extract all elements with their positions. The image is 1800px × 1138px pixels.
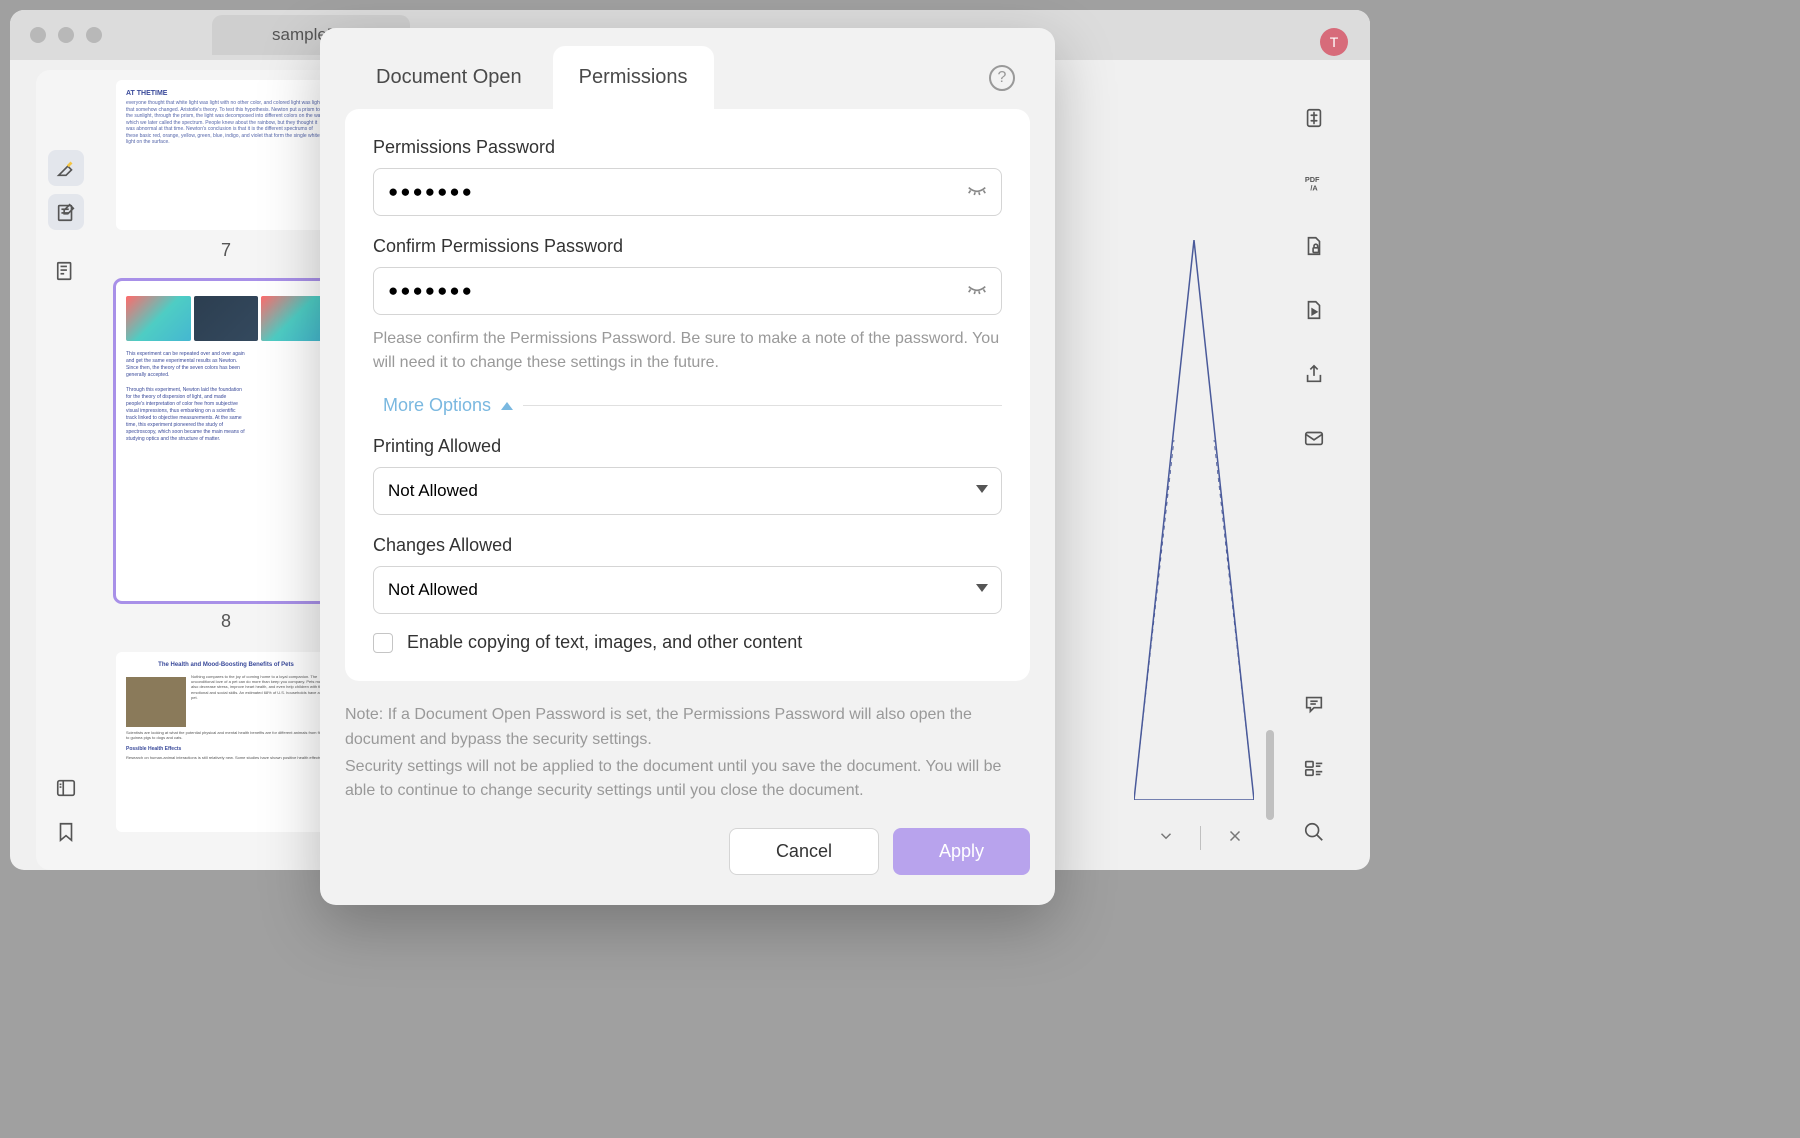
pdfa-icon: PDF/A [1303,171,1325,193]
panel-tool[interactable] [48,770,84,806]
eye-closed-icon [966,278,988,300]
bookmark-tool[interactable] [48,814,84,850]
comment-tool[interactable] [1296,686,1332,722]
user-avatar[interactable]: T [1320,28,1348,56]
scrollbar[interactable] [1266,90,1274,850]
scrollbar-thumb[interactable] [1266,730,1274,820]
confirm-hint: Please confirm the Permissions Password.… [373,327,1002,375]
note-text-2: Security settings will not be applied to… [345,755,1030,805]
thumb-subhead: Possible Health Effects [126,746,326,752]
left-toolbar [36,70,96,870]
thumbnail-page-8[interactable]: This experiment can be repeated over and… [116,281,336,601]
share-tool[interactable] [1296,356,1332,392]
confirm-password-label: Confirm Permissions Password [373,236,1002,257]
copy-checkbox-label: Enable copying of text, images, and othe… [407,632,802,653]
dropdown-icon[interactable] [1157,827,1175,850]
outline-icon [55,260,77,282]
tab-document-open[interactable]: Document Open [350,46,548,109]
search-icon [1303,821,1325,843]
toggle-confirm-visibility[interactable] [966,278,988,305]
confirm-password-input[interactable] [373,267,1002,315]
comment-icon [1303,693,1325,715]
prism-diagram [1134,240,1254,800]
apply-button[interactable]: Apply [893,828,1030,875]
convert-icon [1303,107,1325,129]
thumb-text: Through this experiment, Newton laid the… [126,387,246,443]
copy-checkbox-row[interactable]: Enable copying of text, images, and othe… [373,632,1002,653]
properties-icon [1303,757,1325,779]
annotate-icon [55,201,77,223]
separator [1200,826,1201,850]
security-dialog: Document Open Permissions ? Permissions … [320,28,1055,905]
outline-tool[interactable] [48,253,84,289]
help-button[interactable]: ? [989,65,1015,91]
slideshow-tool[interactable] [1296,292,1332,328]
permissions-password-input[interactable] [373,168,1002,216]
more-options-label: More Options [383,395,491,416]
panel-icon [55,777,77,799]
share-icon [1303,363,1325,385]
cat-image [126,677,186,727]
prism-image-1 [126,296,191,341]
printing-label: Printing Allowed [373,436,1002,457]
more-options-toggle[interactable]: More Options [383,395,1002,416]
thumb-text: everyone thought that white light was li… [126,100,326,220]
convert-tool[interactable] [1296,100,1332,136]
highlighter-icon [55,157,77,179]
pdfa-tool[interactable]: PDF/A [1296,164,1332,200]
permissions-panel: Permissions Password Confirm Permissions… [345,109,1030,681]
page-number-8: 8 [116,611,336,632]
highlighter-tool[interactable] [48,150,84,186]
page-number-7: 7 [116,240,336,261]
toggle-password-visibility[interactable] [966,179,988,206]
changes-label: Changes Allowed [373,535,1002,556]
close-window-button[interactable] [30,27,46,43]
thumbnail-panel[interactable]: AT THETIME everyone thought that white l… [96,70,356,870]
mail-tool[interactable] [1296,420,1332,456]
close-icon[interactable] [1226,827,1244,850]
thumb-title: The Health and Mood-Boosting Benefits of… [126,662,326,668]
cancel-button[interactable]: Cancel [729,828,879,875]
right-toolbar: PDF/A [1284,70,1344,870]
eye-closed-icon [966,179,988,201]
divider [523,405,1002,406]
prism-image-3 [261,296,326,341]
note-text-1: Note: If a Document Open Password is set… [345,703,1030,753]
bookmark-icon [55,821,77,843]
tab-permissions[interactable]: Permissions [553,46,714,109]
minimize-window-button[interactable] [58,27,74,43]
thumb-text: This experiment can be repeated over and… [126,351,246,379]
annotate-tool[interactable] [48,194,84,230]
properties-tool[interactable] [1296,750,1332,786]
dialog-tabs: Document Open Permissions ? [320,28,1055,109]
prism-image-2 [194,296,259,341]
thumb-title: AT THETIME [126,90,326,97]
changes-select[interactable]: Not Allowed [373,566,1002,614]
traffic-lights [30,27,102,43]
search-tool[interactable] [1296,814,1332,850]
svg-text:/A: /A [1310,183,1318,192]
thumbnail-page-7[interactable]: AT THETIME everyone thought that white l… [116,80,336,230]
bottom-toolbar [1157,826,1244,850]
dialog-buttons: Cancel Apply [345,828,1030,875]
chevron-up-icon [501,402,513,410]
printing-select[interactable]: Not Allowed [373,467,1002,515]
file-lock-icon [1303,235,1325,257]
mail-icon [1303,427,1325,449]
copy-checkbox[interactable] [373,633,393,653]
play-file-icon [1303,299,1325,321]
maximize-window-button[interactable] [86,27,102,43]
thumbnail-page-9[interactable]: The Health and Mood-Boosting Benefits of… [116,652,336,832]
lock-tool[interactable] [1296,228,1332,264]
permissions-password-label: Permissions Password [373,137,1002,158]
thumb-images [126,296,326,341]
